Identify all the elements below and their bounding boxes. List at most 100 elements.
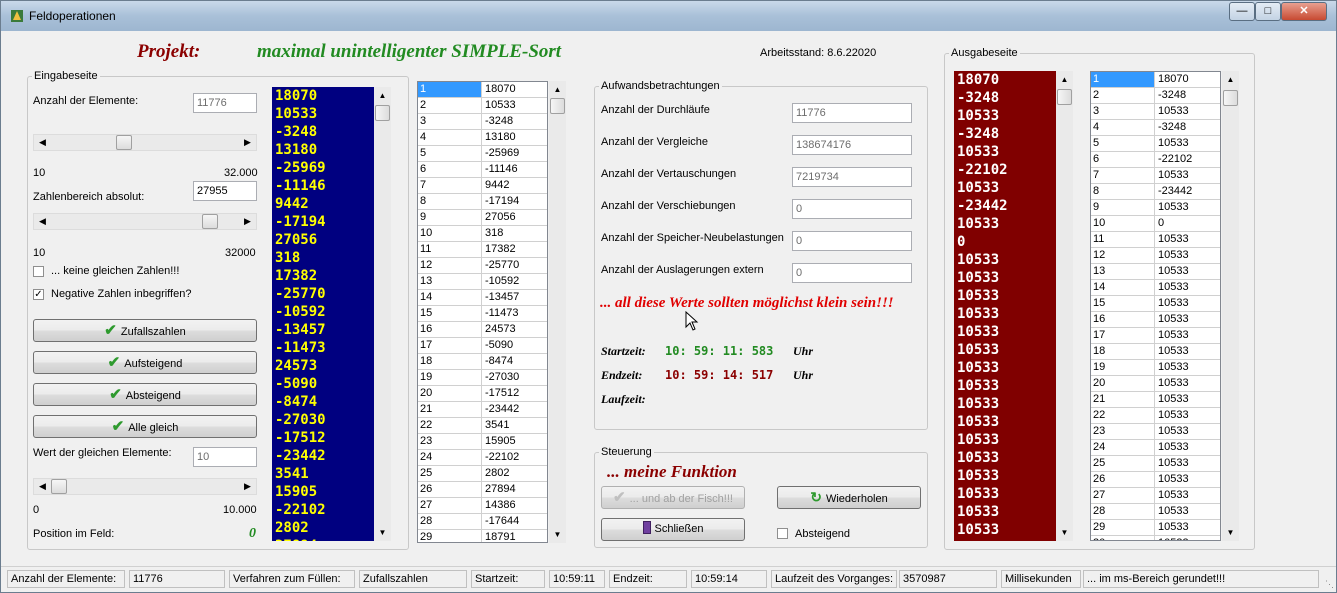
row-value-cell[interactable]: 18791 bbox=[482, 530, 547, 542]
table-row[interactable]: 5 -25969 bbox=[418, 146, 547, 162]
row-value-cell[interactable]: 10533 bbox=[1155, 536, 1220, 540]
arrow-down-icon[interactable]: ▼ bbox=[1222, 524, 1239, 541]
table-row[interactable]: 17 10533 bbox=[1091, 328, 1220, 344]
zufallszahlen-button[interactable]: ✔ Zufallszahlen bbox=[33, 319, 257, 342]
table-row[interactable]: 29 18791 bbox=[418, 530, 547, 542]
row-index-cell[interactable]: 21 bbox=[418, 402, 482, 418]
table-row[interactable]: 25 2802 bbox=[418, 466, 547, 482]
row-value-cell[interactable]: -25770 bbox=[482, 258, 547, 274]
list-item[interactable]: 10533 bbox=[957, 269, 1056, 287]
row-index-cell[interactable]: 19 bbox=[418, 370, 482, 386]
list-item[interactable]: -17512 bbox=[275, 429, 374, 447]
row-value-cell[interactable]: -3248 bbox=[482, 114, 547, 130]
row-index-cell[interactable]: 19 bbox=[1091, 360, 1155, 376]
table-row[interactable]: 15 -11473 bbox=[418, 306, 547, 322]
row-value-cell[interactable]: 10533 bbox=[1155, 344, 1220, 360]
anzahl-field[interactable]: 11776 bbox=[193, 93, 257, 113]
table-row[interactable]: 12 -25770 bbox=[418, 258, 547, 274]
arrow-up-icon[interactable]: ▲ bbox=[374, 87, 391, 104]
list-item[interactable]: 10533 bbox=[957, 467, 1056, 485]
row-value-cell[interactable]: 10533 bbox=[1155, 376, 1220, 392]
row-index-cell[interactable]: 28 bbox=[418, 514, 482, 530]
row-value-cell[interactable]: 10533 bbox=[1155, 360, 1220, 376]
row-index-cell[interactable]: 24 bbox=[1091, 440, 1155, 456]
list-item[interactable]: 10533 bbox=[957, 323, 1056, 341]
row-value-cell[interactable]: 10533 bbox=[1155, 264, 1220, 280]
arrow-down-icon[interactable]: ▼ bbox=[549, 526, 566, 543]
row-index-cell[interactable]: 25 bbox=[1091, 456, 1155, 472]
row-value-cell[interactable]: 10533 bbox=[1155, 424, 1220, 440]
table-row[interactable]: 26 10533 bbox=[1091, 472, 1220, 488]
row-index-cell[interactable]: 11 bbox=[1091, 232, 1155, 248]
row-index-cell[interactable]: 13 bbox=[418, 274, 482, 290]
vertauschungen-field[interactable]: 7219734 bbox=[792, 167, 912, 187]
row-value-cell[interactable]: -23442 bbox=[482, 402, 547, 418]
row-index-cell[interactable]: 20 bbox=[418, 386, 482, 402]
table-row[interactable]: 18 -8474 bbox=[418, 354, 547, 370]
table-row[interactable]: 17 -5090 bbox=[418, 338, 547, 354]
row-index-cell[interactable]: 2 bbox=[418, 98, 482, 114]
table-row[interactable]: 29 10533 bbox=[1091, 520, 1220, 536]
row-index-cell[interactable]: 8 bbox=[1091, 184, 1155, 200]
table-row[interactable]: 3 -3248 bbox=[418, 114, 547, 130]
bereich-slider[interactable]: ◀ ▶ bbox=[33, 213, 257, 230]
input-grid[interactable]: 1 18070 2 10533 3 -3248 4 13180 5 -25969 6 -11146 7 9… bbox=[417, 81, 548, 543]
list-item[interactable]: 10533 bbox=[957, 521, 1056, 539]
row-index-cell[interactable]: 23 bbox=[1091, 424, 1155, 440]
arrow-up-icon[interactable]: ▲ bbox=[1222, 71, 1239, 88]
row-index-cell[interactable]: 13 bbox=[1091, 264, 1155, 280]
row-index-cell[interactable]: 25 bbox=[418, 466, 482, 482]
row-index-cell[interactable]: 8 bbox=[418, 194, 482, 210]
row-value-cell[interactable]: 10533 bbox=[1155, 248, 1220, 264]
minimize-button[interactable]: — bbox=[1229, 2, 1255, 21]
table-row[interactable]: 9 27056 bbox=[418, 210, 547, 226]
speicher-field[interactable]: 0 bbox=[792, 231, 912, 251]
row-value-cell[interactable]: 10533 bbox=[1155, 520, 1220, 536]
row-index-cell[interactable]: 21 bbox=[1091, 392, 1155, 408]
row-value-cell[interactable]: 10533 bbox=[1155, 168, 1220, 184]
row-value-cell[interactable]: -17194 bbox=[482, 194, 547, 210]
row-value-cell[interactable]: -23442 bbox=[1155, 184, 1220, 200]
input-listbox[interactable]: 18070 10533 -3248 13180 -25969 -11146 9442 -171… bbox=[272, 87, 374, 541]
list-item[interactable]: 27056 bbox=[275, 231, 374, 249]
alle-gleich-button[interactable]: ✔ Alle gleich bbox=[33, 415, 257, 438]
row-index-cell[interactable]: 10 bbox=[418, 226, 482, 242]
list-item[interactable]: 10533 bbox=[957, 449, 1056, 467]
row-value-cell[interactable]: 10533 bbox=[1155, 200, 1220, 216]
maximize-button[interactable]: □ bbox=[1255, 2, 1281, 21]
row-index-cell[interactable]: 1 bbox=[418, 82, 482, 98]
list-item[interactable]: -25969 bbox=[275, 159, 374, 177]
output-listbox[interactable]: 18070 -3248 10533 -3248 10533 -22102 10533 -234… bbox=[954, 71, 1056, 541]
row-index-cell[interactable]: 10 bbox=[1091, 216, 1155, 232]
slider-thumb[interactable] bbox=[116, 135, 132, 150]
table-row[interactable]: 15 10533 bbox=[1091, 296, 1220, 312]
table-row[interactable]: 14 -13457 bbox=[418, 290, 547, 306]
row-value-cell[interactable]: 10533 bbox=[1155, 392, 1220, 408]
row-value-cell[interactable]: -8474 bbox=[482, 354, 547, 370]
row-value-cell[interactable]: 27894 bbox=[482, 482, 547, 498]
row-index-cell[interactable]: 7 bbox=[1091, 168, 1155, 184]
table-row[interactable]: 2 10533 bbox=[418, 98, 547, 114]
row-index-cell[interactable]: 6 bbox=[1091, 152, 1155, 168]
table-row[interactable]: 10 0 bbox=[1091, 216, 1220, 232]
list-item[interactable]: 27894 bbox=[275, 537, 374, 541]
list-item[interactable]: 3541 bbox=[275, 465, 374, 483]
row-value-cell[interactable]: 18070 bbox=[482, 82, 547, 98]
row-index-cell[interactable]: 18 bbox=[418, 354, 482, 370]
list-item[interactable]: 10533 bbox=[275, 105, 374, 123]
table-row[interactable]: 21 10533 bbox=[1091, 392, 1220, 408]
list-item[interactable]: 10533 bbox=[957, 413, 1056, 431]
arrow-down-icon[interactable]: ▼ bbox=[374, 524, 391, 541]
list-item[interactable]: -25770 bbox=[275, 285, 374, 303]
row-index-cell[interactable]: 1 bbox=[1091, 72, 1155, 88]
table-row[interactable]: 13 10533 bbox=[1091, 264, 1220, 280]
row-value-cell[interactable]: 10533 bbox=[1155, 280, 1220, 296]
arrow-right-icon[interactable]: ▶ bbox=[239, 214, 256, 229]
row-index-cell[interactable]: 3 bbox=[1091, 104, 1155, 120]
row-value-cell[interactable]: 27056 bbox=[482, 210, 547, 226]
anzahl-slider[interactable]: ◀ ▶ bbox=[33, 134, 257, 151]
output-grid-scrollbar[interactable]: ▲ ▼ bbox=[1222, 71, 1239, 541]
scroll-thumb[interactable] bbox=[1057, 89, 1072, 105]
row-index-cell[interactable]: 17 bbox=[1091, 328, 1155, 344]
list-item[interactable]: 10533 bbox=[957, 179, 1056, 197]
